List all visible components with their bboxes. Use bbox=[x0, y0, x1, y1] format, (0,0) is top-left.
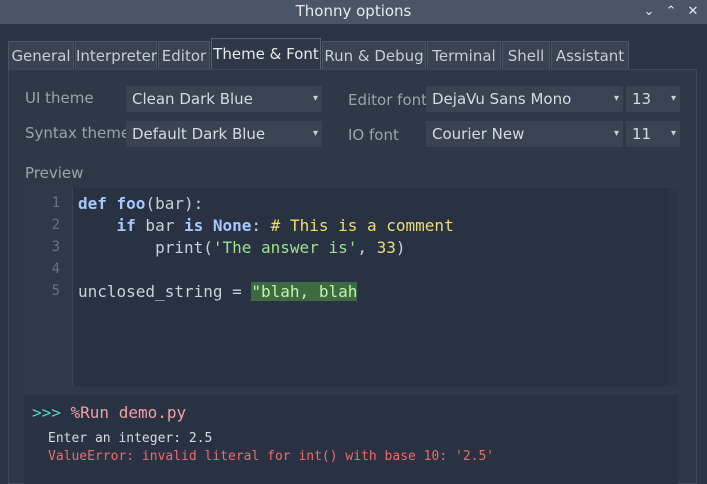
tab-interpreter[interactable]: Interpreter bbox=[75, 41, 157, 69]
io-font-size-select[interactable]: 11 ▾ bbox=[626, 121, 680, 147]
window-title: Thonny options bbox=[295, 2, 412, 20]
io-font-value: Courier New bbox=[432, 125, 525, 143]
keyword-if: if bbox=[116, 216, 136, 235]
editor-font-size-select[interactable]: 13 ▾ bbox=[626, 86, 680, 112]
code-line-5: unclosed_string = "blah, blah bbox=[78, 282, 358, 301]
line-number-gutter: 1 2 3 4 5 bbox=[24, 188, 73, 386]
prompt-symbol: >>> bbox=[32, 403, 71, 422]
syntax-theme-label: Syntax theme bbox=[25, 124, 131, 142]
code-line-2: if bar is None: # This is a comment bbox=[78, 216, 454, 235]
unclosed-string: "blah, blah bbox=[251, 282, 358, 301]
code-line-3: print('The answer is', 33) bbox=[78, 238, 406, 257]
colon: : bbox=[251, 216, 271, 235]
comment: # This is a comment bbox=[270, 216, 454, 235]
editor-font-value: DejaVu Sans Mono bbox=[432, 90, 572, 108]
assignment: unclosed_string = bbox=[78, 282, 252, 301]
params: (bar): bbox=[145, 194, 204, 213]
editor-scrollbar[interactable] bbox=[668, 188, 678, 386]
io-font-size-value: 11 bbox=[632, 125, 652, 143]
shell-preview: >>> %Run demo.py Enter an integer: 2.5 V… bbox=[24, 395, 678, 484]
ui-theme-label: UI theme bbox=[25, 89, 94, 107]
preview-label: Preview bbox=[25, 164, 84, 182]
shell-command: %Run demo.py bbox=[70, 403, 187, 422]
separator: , bbox=[357, 238, 377, 257]
title-bar: Thonny options ⌄ ⌃ ✕ bbox=[0, 0, 707, 24]
line-number: 2 bbox=[51, 217, 60, 233]
keyword-def: def bbox=[78, 194, 107, 213]
maximize-icon[interactable]: ⌃ bbox=[662, 3, 680, 21]
editor-font-size-value: 13 bbox=[632, 90, 652, 108]
minimize-icon[interactable]: ⌄ bbox=[640, 3, 658, 21]
tab-run-debug[interactable]: Run & Debug bbox=[322, 41, 426, 69]
dropdown-arrow-icon: ▾ bbox=[312, 93, 318, 104]
function-name: foo bbox=[106, 194, 146, 213]
ui-theme-select[interactable]: Clean Dark Blue ▾ bbox=[126, 86, 322, 112]
io-font-select[interactable]: Courier New ▾ bbox=[426, 121, 623, 147]
tab-assistant[interactable]: Assistant bbox=[551, 41, 629, 69]
editor-font-select[interactable]: DejaVu Sans Mono ▾ bbox=[426, 86, 623, 112]
dropdown-arrow-icon: ▾ bbox=[670, 93, 676, 104]
close-icon[interactable]: ✕ bbox=[684, 3, 702, 21]
dropdown-arrow-icon: ▾ bbox=[670, 128, 676, 139]
shell-error: ValueError: invalid literal for int() wi… bbox=[48, 449, 495, 464]
tab-terminal[interactable]: Terminal bbox=[427, 41, 501, 69]
ui-theme-value: Clean Dark Blue bbox=[132, 90, 253, 108]
shell-prompt-line: >>> %Run demo.py bbox=[32, 403, 186, 422]
editor-font-label: Editor font bbox=[348, 91, 428, 109]
tab-bar: General Interpreter Editor Theme & Font … bbox=[0, 24, 707, 70]
tab-editor[interactable]: Editor bbox=[158, 41, 210, 69]
dropdown-arrow-icon: ▾ bbox=[613, 93, 619, 104]
dropdown-arrow-icon: ▾ bbox=[613, 128, 619, 139]
tab-theme-font[interactable]: Theme & Font bbox=[211, 38, 321, 70]
tab-general[interactable]: General bbox=[8, 41, 74, 69]
line-number: 3 bbox=[51, 239, 60, 255]
dropdown-arrow-icon: ▾ bbox=[312, 128, 318, 139]
shell-output: Enter an integer: 2.5 bbox=[48, 431, 213, 446]
string-literal: 'The answer is' bbox=[212, 238, 358, 257]
keyword-none: None bbox=[212, 216, 252, 235]
print-call: print( bbox=[155, 238, 213, 257]
line-number: 4 bbox=[51, 261, 60, 277]
io-font-label: IO font bbox=[348, 126, 399, 144]
close-paren: ) bbox=[395, 238, 406, 257]
tab-shell[interactable]: Shell bbox=[502, 41, 550, 69]
syntax-theme-value: Default Dark Blue bbox=[132, 125, 266, 143]
number-literal: 33 bbox=[376, 238, 396, 257]
syntax-theme-select[interactable]: Default Dark Blue ▾ bbox=[126, 121, 322, 147]
keyword-is: is bbox=[183, 216, 204, 235]
code-line-1: def foo(bar): bbox=[78, 194, 203, 213]
identifier: bar bbox=[135, 216, 184, 235]
line-number: 1 bbox=[51, 195, 60, 211]
line-number: 5 bbox=[51, 283, 60, 299]
